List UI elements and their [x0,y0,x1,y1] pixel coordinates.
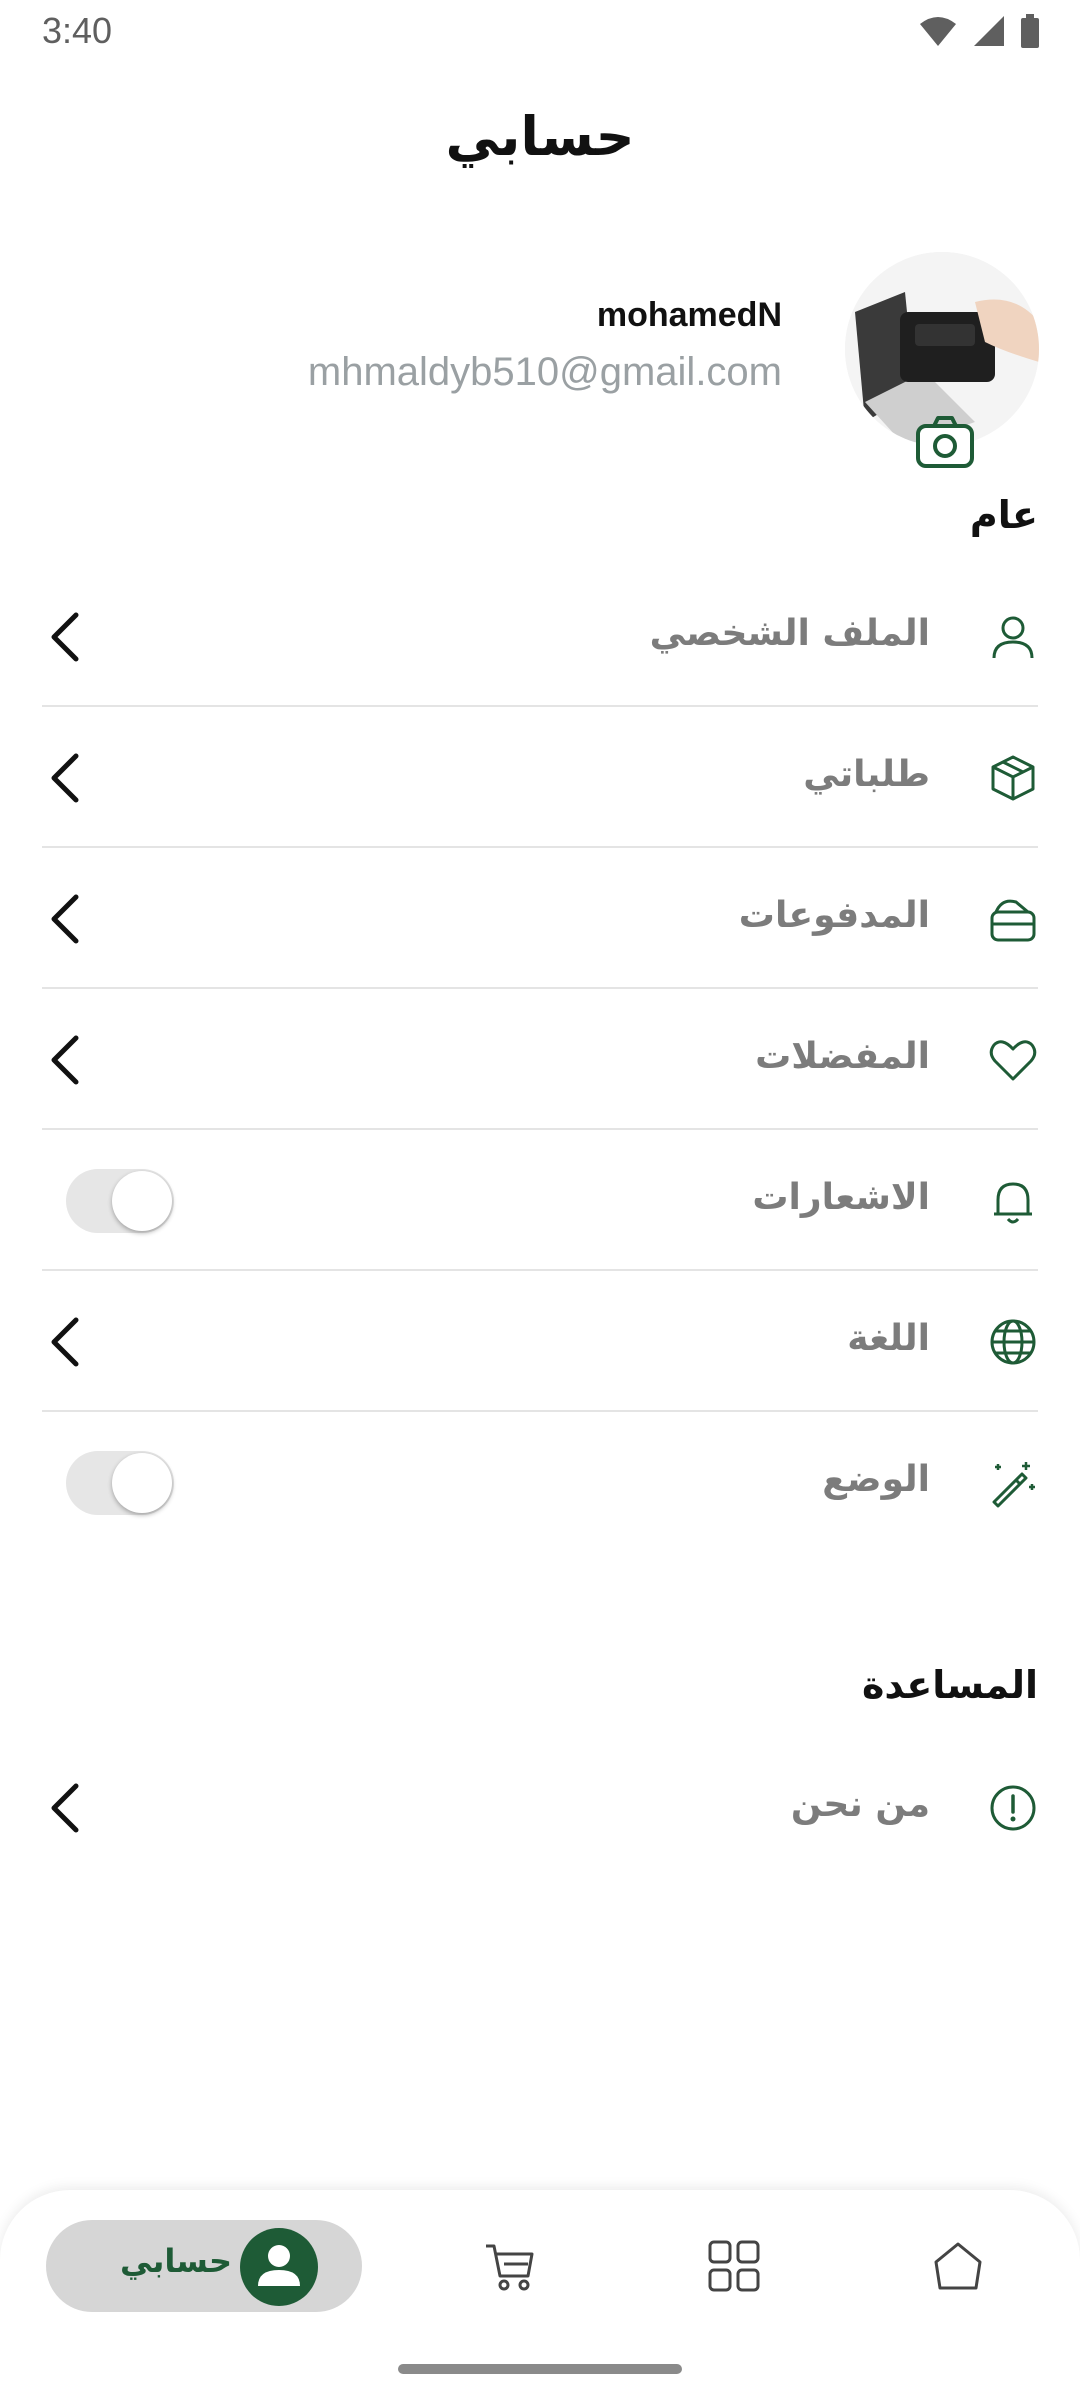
home-icon[interactable] [930,2238,986,2294]
nav-active-label: حسابي [119,2242,232,2280]
home-indicator[interactable] [398,2364,682,2374]
chevron-left-icon [51,1783,79,1833]
chevron-left-icon [51,894,79,944]
menu-label: الاشعارات [752,1177,930,1218]
wifi-icon [920,17,956,46]
divider [42,705,1038,707]
status-bar: 3:40 [0,0,1080,64]
menu-label: الوضع [822,1459,930,1500]
menu-item-orders[interactable]: طلباتي [42,708,1038,848]
user-filled-icon [258,2245,300,2286]
chevron-left-icon [51,612,79,662]
change-photo-button[interactable] [910,412,980,472]
chevron-left-icon [51,753,79,803]
chevron-left-icon [51,1035,79,1085]
bell-icon [994,1182,1032,1224]
globe-icon [990,1319,1036,1365]
status-time: 3:40 [42,10,113,51]
section-title-help: المساعدة [861,1663,1038,1707]
signal-icon [974,16,1004,46]
divider [42,987,1038,989]
menu-item-favorites[interactable]: المفضلات [42,990,1038,1130]
menu-item-language[interactable]: اللغة [42,1272,1038,1412]
battery-icon [1021,14,1039,48]
user-name: mohamedN [596,296,782,334]
user-email: mhmaldyb510@gmail.com [307,350,782,394]
box-icon [991,755,1035,801]
menu-label: طلباتي [803,754,930,795]
divider [42,1269,1038,1271]
menu-label: المدفوعات [738,895,930,936]
user-icon [992,616,1034,659]
info-icon [990,1785,1036,1831]
menu-label: اللغة [847,1318,930,1359]
divider [42,1410,1038,1412]
wallet-icon [990,899,1036,942]
toggle-knob [112,1171,172,1231]
account-avatar-circle [240,2228,318,2306]
nav-item-account[interactable]: حسابي [46,2220,362,2312]
page-title: حسابي [445,105,635,168]
chevron-left-icon [51,1317,79,1367]
cart-icon[interactable] [482,2238,538,2294]
menu-label: الملف الشخصي [649,613,930,654]
menu-item-notifications: الاشعارات [42,1131,1038,1271]
notifications-toggle[interactable] [66,1169,174,1233]
menu-item-theme: الوضع [42,1413,1038,1553]
menu-item-about[interactable]: من نحن [42,1738,1038,1878]
menu-item-payments[interactable]: المدفوعات [42,849,1038,989]
theme-toggle[interactable] [66,1451,174,1515]
divider [42,1128,1038,1130]
menu-item-profile[interactable]: الملف الشخصي [42,567,1038,707]
heart-icon [989,1040,1037,1081]
toggle-knob [112,1453,172,1513]
section-title-general: عام [969,493,1038,537]
system-icons [918,14,1040,48]
menu-label: المفضلات [755,1036,930,1077]
categories-icon[interactable] [706,2238,762,2294]
divider [42,846,1038,848]
camera-icon [916,416,974,468]
avatar-container[interactable] [845,252,1039,468]
menu-label: من نحن [790,1784,930,1825]
magic-wand-icon [992,1462,1035,1508]
